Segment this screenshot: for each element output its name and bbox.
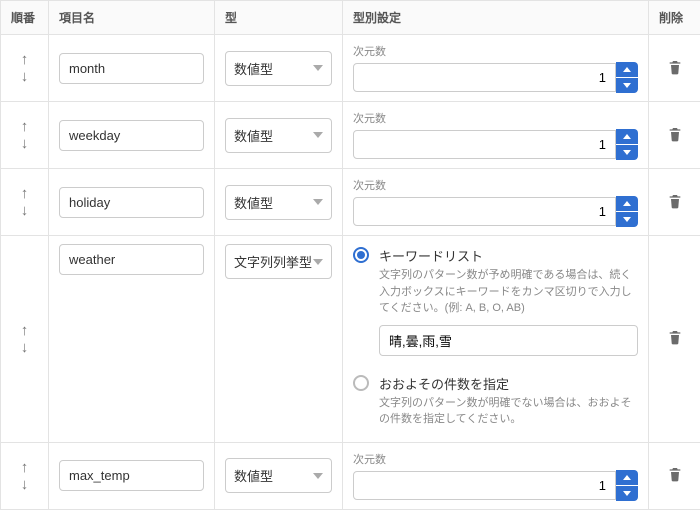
- caret-down-icon: [623, 217, 631, 222]
- trash-icon: [667, 192, 683, 210]
- enum-option-count-radio[interactable]: [353, 375, 369, 391]
- table-row: ↑ ↓ 数値型 次元数: [1, 442, 700, 509]
- field-name-input[interactable]: [59, 120, 204, 151]
- dim-step-down[interactable]: [616, 145, 638, 160]
- dim-step-down[interactable]: [616, 486, 638, 501]
- fields-table: 順番 項目名 型 型別設定 削除 ↑ ↓ 数値型 次元: [0, 0, 700, 510]
- move-down-icon[interactable]: ↓: [21, 477, 29, 492]
- field-name-input[interactable]: [59, 53, 204, 84]
- field-type-value: 数値型: [234, 193, 273, 212]
- field-type-select[interactable]: 文字列列挙型: [225, 244, 332, 279]
- dim-label: 次元数: [353, 451, 638, 467]
- move-up-icon[interactable]: ↑: [21, 52, 29, 67]
- enum-option-keywords-title: キーワードリスト: [379, 246, 638, 265]
- caret-up-icon: [623, 134, 631, 139]
- enum-option-count-title: おおよその件数を指定: [379, 374, 638, 393]
- move-down-icon[interactable]: ↓: [21, 136, 29, 151]
- field-type-select[interactable]: 数値型: [225, 458, 332, 493]
- header-config: 型別設定: [343, 1, 649, 35]
- enum-option-keywords-desc: 文字列のパターン数が予め明確である場合は、続く入力ボックスにキーワードをカンマ区…: [379, 267, 638, 317]
- trash-icon: [667, 328, 683, 346]
- dim-step-up[interactable]: [616, 196, 638, 211]
- chevron-down-icon: [313, 259, 323, 265]
- delete-button[interactable]: [667, 58, 683, 76]
- table-row: ↑ ↓ 数値型 次元数: [1, 102, 700, 169]
- caret-down-icon: [623, 491, 631, 496]
- chevron-down-icon: [313, 199, 323, 205]
- move-down-icon[interactable]: ↓: [21, 203, 29, 218]
- table-row: ↑ ↓ 数値型 次元数: [1, 35, 700, 102]
- dim-input[interactable]: [353, 197, 616, 226]
- field-name-input[interactable]: [59, 460, 204, 491]
- dim-step-up[interactable]: [616, 129, 638, 144]
- dim-step-down[interactable]: [616, 78, 638, 93]
- field-name-input[interactable]: [59, 187, 204, 218]
- move-up-icon[interactable]: ↑: [21, 186, 29, 201]
- table-row: ↑ ↓ 文字列列挙型 キーワードリスト 文字列のパターン数が予め明確である場合は、…: [1, 236, 700, 443]
- header-delete: 削除: [649, 1, 700, 35]
- field-name-input[interactable]: [59, 244, 204, 275]
- trash-icon: [667, 125, 683, 143]
- field-type-select[interactable]: 数値型: [225, 185, 332, 220]
- field-type-value: 文字列列挙型: [234, 252, 312, 271]
- dim-input[interactable]: [353, 130, 616, 159]
- header-type: 型: [215, 1, 343, 35]
- field-type-select[interactable]: 数値型: [225, 51, 332, 86]
- dim-input[interactable]: [353, 471, 616, 500]
- caret-down-icon: [623, 83, 631, 88]
- caret-up-icon: [623, 475, 631, 480]
- enum-option-keywords-radio[interactable]: [353, 247, 369, 263]
- dim-label: 次元数: [353, 177, 638, 193]
- field-type-value: 数値型: [234, 59, 273, 78]
- dim-label: 次元数: [353, 43, 638, 59]
- field-type-select[interactable]: 数値型: [225, 118, 332, 153]
- header-name: 項目名: [49, 1, 215, 35]
- chevron-down-icon: [313, 65, 323, 71]
- delete-button[interactable]: [667, 328, 683, 346]
- dim-label: 次元数: [353, 110, 638, 126]
- move-up-icon[interactable]: ↑: [21, 323, 29, 338]
- move-up-icon[interactable]: ↑: [21, 460, 29, 475]
- table-row: ↑ ↓ 数値型 次元数: [1, 169, 700, 236]
- delete-button[interactable]: [667, 192, 683, 210]
- chevron-down-icon: [313, 473, 323, 479]
- trash-icon: [667, 465, 683, 483]
- dim-step-up[interactable]: [616, 470, 638, 485]
- delete-button[interactable]: [667, 465, 683, 483]
- field-type-value: 数値型: [234, 466, 273, 485]
- caret-up-icon: [623, 201, 631, 206]
- move-down-icon[interactable]: ↓: [21, 69, 29, 84]
- move-up-icon[interactable]: ↑: [21, 119, 29, 134]
- field-type-value: 数値型: [234, 126, 273, 145]
- delete-button[interactable]: [667, 125, 683, 143]
- dim-input[interactable]: [353, 63, 616, 92]
- dim-step-down[interactable]: [616, 212, 638, 227]
- enum-option-count-desc: 文字列のパターン数が明確でない場合は、おおよその件数を指定してください。: [379, 395, 638, 428]
- move-down-icon[interactable]: ↓: [21, 340, 29, 355]
- chevron-down-icon: [313, 132, 323, 138]
- dim-step-up[interactable]: [616, 62, 638, 77]
- header-order: 順番: [1, 1, 49, 35]
- caret-down-icon: [623, 150, 631, 155]
- caret-up-icon: [623, 67, 631, 72]
- trash-icon: [667, 58, 683, 76]
- enum-keywords-input[interactable]: [379, 325, 638, 356]
